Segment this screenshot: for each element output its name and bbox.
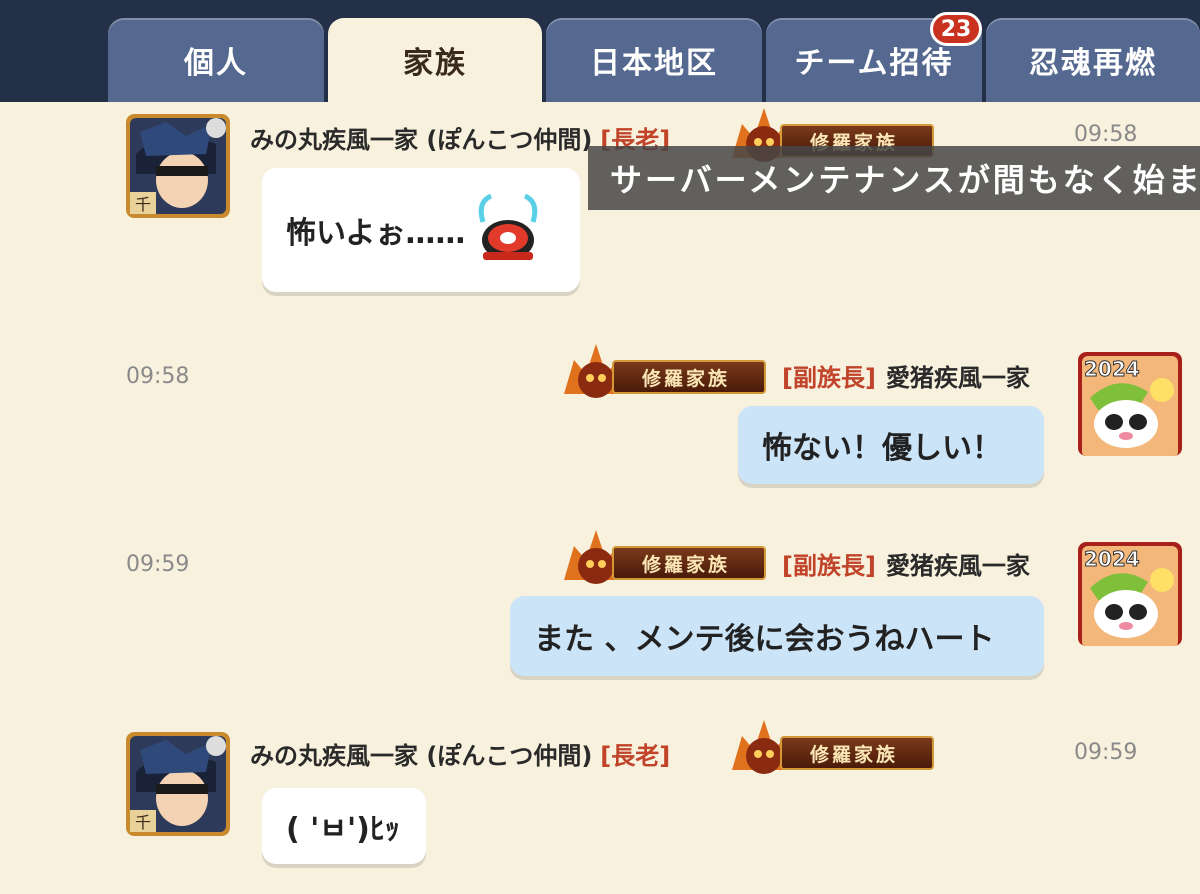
message-row: 09:59 修羅家族 [副族長] 愛猪疾風一家 2024 また 、メンテ後に会お…	[0, 526, 1200, 696]
sender-label: みの丸疾風一家 (ぽんこつ仲間)	[250, 742, 593, 770]
rank-label: 千	[135, 195, 151, 214]
tab-japan-region[interactable]: 日本地区	[546, 18, 762, 102]
message-text: 怖いよぉ……	[286, 216, 466, 251]
message-time: 09:58	[1074, 122, 1138, 147]
chat-bubble[interactable]: 怖ない！優しい！	[738, 406, 1044, 484]
sender-name: [副族長] 愛猪疾風一家	[782, 546, 1030, 581]
year-label: 2024	[1084, 357, 1140, 381]
clan-plate: 修羅家族	[612, 360, 766, 394]
tab-personal[interactable]: 個人	[108, 18, 324, 102]
tab-label: 日本地区	[590, 46, 718, 81]
message-time: 09:59	[126, 552, 190, 577]
clan-name: 修羅家族	[810, 744, 899, 766]
clan-emblem: 修羅家族	[556, 340, 774, 406]
ninja-avatar[interactable]: 千	[126, 732, 230, 836]
message-time: 09:59	[1074, 740, 1138, 765]
year-label: 2024	[1084, 547, 1140, 571]
tab-label: 忍魂再燃	[1029, 46, 1157, 81]
ninja-avatar[interactable]: 千	[126, 114, 230, 218]
clan-emblem: 修羅家族	[556, 526, 774, 592]
chat-bubble[interactable]: 怖いよぉ……	[262, 168, 580, 292]
message-row: 千 みの丸疾風一家 (ぽんこつ仲間) [長老] 修羅家族 09:58 怖いよぉ……	[0, 102, 1200, 322]
message-row: 千 みの丸疾風一家 (ぽんこつ仲間) [長老] 修羅家族 09:59 ( 'ㅂ'…	[0, 716, 1200, 894]
chat-bubble[interactable]: ( 'ㅂ')ﾋｯ	[262, 788, 426, 864]
role-tag: [副族長]	[782, 552, 876, 580]
sender-label: みの丸疾風一家 (ぽんこつ仲間)	[250, 126, 593, 154]
sender-label: 愛猪疾風一家	[885, 552, 1030, 580]
crying-eye-sticker-icon	[479, 193, 538, 260]
sender-name: [副族長] 愛猪疾風一家	[782, 358, 1030, 393]
message-time: 09:58	[126, 364, 190, 389]
message-text: 怖ない！優しい！	[762, 431, 1002, 466]
sender-label: 愛猪疾風一家	[885, 364, 1030, 392]
tab-label: 個人	[184, 46, 248, 81]
tab-family[interactable]: 家族	[328, 18, 542, 102]
message-row: 09:58 修羅家族 [副族長] 愛猪疾風一家 2024 怖ない！優しい！	[0, 340, 1200, 500]
panda-avatar[interactable]: 2024	[1078, 542, 1182, 646]
maintenance-ticker: サーバーメンテナンスが間もなく始ま	[588, 146, 1200, 210]
notification-badge: 23	[930, 12, 982, 46]
sender-name: みの丸疾風一家 (ぽんこつ仲間) [長老]	[250, 736, 670, 771]
clan-plate: 修羅家族	[780, 736, 934, 770]
role-tag: [副族長]	[782, 364, 876, 392]
message-text: ( 'ㅂ')ﾋｯ	[286, 812, 400, 847]
ticker-text: サーバーメンテナンスが間もなく始ま	[610, 161, 1200, 199]
tab-bar: 個人 家族 日本地区 チーム招待 23 忍魂再燃	[0, 0, 1200, 102]
rank-label: 千	[135, 813, 151, 832]
clan-name: 修羅家族	[642, 368, 731, 390]
role-tag: [長老]	[600, 742, 671, 770]
tab-label: 家族	[403, 46, 467, 81]
tab-soul-reignite[interactable]: 忍魂再燃	[986, 18, 1200, 102]
clan-emblem: 修羅家族	[724, 716, 942, 782]
chat-bubble[interactable]: また 、メンテ後に会おうねハート	[510, 596, 1044, 676]
tab-team-invite[interactable]: チーム招待 23	[766, 12, 982, 102]
panda-avatar[interactable]: 2024	[1078, 352, 1182, 456]
message-text: また 、メンテ後に会おうねハート	[534, 622, 995, 657]
clan-plate: 修羅家族	[612, 546, 766, 580]
tab-label: チーム招待	[794, 46, 954, 81]
clan-name: 修羅家族	[642, 554, 731, 576]
